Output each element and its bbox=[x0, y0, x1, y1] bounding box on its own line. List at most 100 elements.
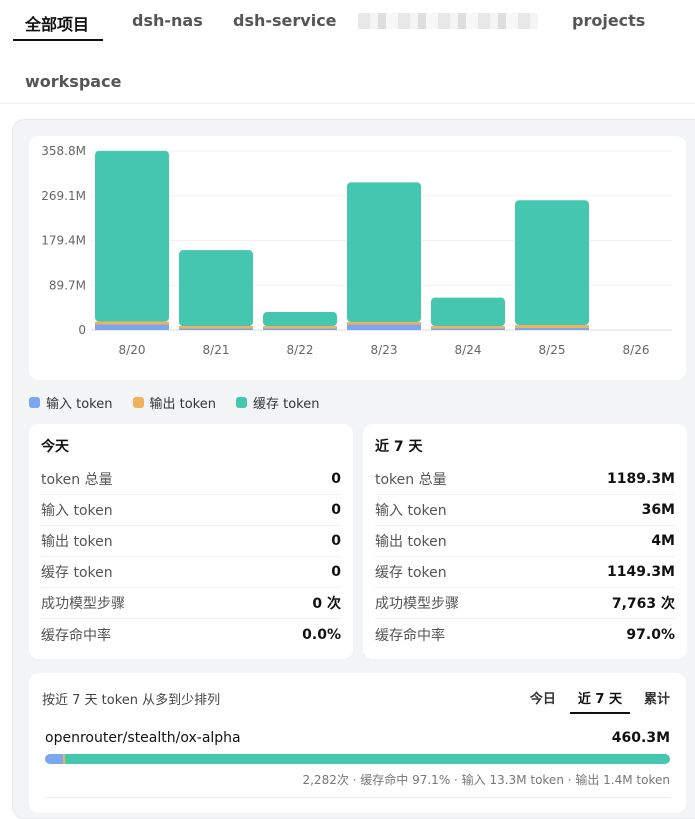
active-tab-underline bbox=[13, 39, 103, 41]
legend-item-input[interactable]: 输入 token bbox=[29, 393, 113, 412]
usage-bar-cache-segment bbox=[65, 754, 670, 764]
stat-value: 0 次 bbox=[312, 596, 341, 612]
stat-value: 1149.3M bbox=[607, 564, 675, 580]
week-title: 近 7 天 bbox=[375, 439, 423, 455]
stat-row: 输出 token 0 bbox=[41, 526, 341, 557]
bar-segment-output bbox=[431, 326, 505, 329]
stat-row: 缓存 token 0 bbox=[41, 557, 341, 588]
stat-label: token 总量 bbox=[375, 472, 447, 488]
ranking-tab-7days[interactable]: 近 7 天 bbox=[569, 688, 631, 714]
today-title: 今天 bbox=[41, 439, 69, 455]
tab-dsh-nas[interactable]: dsh-nas bbox=[132, 11, 203, 30]
bar-segment-cache bbox=[263, 312, 337, 327]
stat-row: 缓存 token 1149.3M bbox=[375, 557, 675, 588]
stat-label: 输出 token bbox=[41, 534, 113, 550]
y-tick-label: 0 bbox=[78, 323, 86, 337]
week-stats-card: 近 7 天 token 总量 1189.3M 输入 token 36M 输出 tok… bbox=[363, 424, 687, 659]
stat-value: 36M bbox=[641, 502, 675, 518]
stat-value: 1189.3M bbox=[607, 471, 675, 487]
x-tick-label: 8/22 bbox=[287, 343, 314, 357]
stat-label: 缓存命中率 bbox=[375, 627, 445, 644]
token-chart-card: 0 89.7M 179.4M 269.1M 358.8M 8/20 8/21 8/22 8/23… bbox=[29, 136, 686, 380]
stat-value: 0 bbox=[331, 533, 341, 549]
stat-label: 输入 token bbox=[41, 503, 113, 519]
usage-bar-input-segment bbox=[45, 754, 64, 764]
stat-value: 0.0% bbox=[302, 626, 341, 643]
y-tick-label: 179.4M bbox=[41, 234, 86, 248]
y-tick-label: 358.8M bbox=[41, 144, 86, 158]
tab-dsh-service[interactable]: dsh-service bbox=[233, 11, 337, 30]
ranking-model-total: 460.3M bbox=[611, 730, 670, 746]
ranking-model-detail: 2,282次 · 缓存命中 97.1% · 输入 13.3M token · 输… bbox=[302, 773, 670, 787]
stat-row: token 总量 0 bbox=[41, 464, 341, 495]
legend-swatch-input bbox=[29, 396, 40, 408]
stat-row: 输出 token 4M bbox=[375, 526, 675, 557]
bar-segment-output bbox=[95, 321, 169, 325]
bar-segment-input bbox=[95, 324, 169, 330]
x-tick-label: 8/21 bbox=[203, 343, 230, 357]
stat-label: token 总量 bbox=[41, 472, 113, 488]
stat-row: 成功模型步骤 0 次 bbox=[41, 588, 341, 619]
stat-label: 输出 token bbox=[375, 534, 447, 550]
divider bbox=[45, 797, 670, 798]
bar-segment-input bbox=[431, 328, 505, 330]
stat-label: 缓存命中率 bbox=[41, 627, 111, 644]
stat-label: 成功模型步骤 bbox=[41, 596, 125, 612]
y-tick-label: 269.1M bbox=[41, 189, 86, 203]
stat-row: token 总量 1189.3M bbox=[375, 464, 675, 495]
chart-legend: 输入 token 输出 token 缓存 token bbox=[29, 393, 340, 412]
stat-row: 输入 token 0 bbox=[41, 495, 341, 526]
stat-value: 0 bbox=[331, 471, 341, 487]
legend-item-cache[interactable]: 缓存 token bbox=[236, 393, 320, 412]
bar-segment-input bbox=[179, 328, 253, 330]
legend-swatch-output bbox=[132, 396, 144, 408]
legend-item-output[interactable]: 输出 token bbox=[132, 393, 217, 412]
stat-label: 输入 token bbox=[375, 503, 447, 519]
stat-label: 缓存 token bbox=[41, 565, 113, 581]
bar-segment-input bbox=[515, 328, 589, 330]
tab-projects[interactable]: projects bbox=[572, 11, 645, 30]
stat-value: 0 bbox=[331, 564, 341, 580]
ranking-header: 按近 7 天 token 从多到少排列 bbox=[42, 693, 221, 708]
legend-label-input: 输入 token bbox=[46, 396, 113, 412]
bar-segment-output bbox=[263, 326, 337, 329]
stat-row: 成功模型步骤 7,763 次 bbox=[375, 588, 675, 619]
stat-row: 缓存命中率 97.0% bbox=[375, 619, 675, 650]
ranking-usage-bar bbox=[45, 754, 670, 764]
tab-redacted[interactable] bbox=[358, 13, 538, 29]
x-tick-label: 8/23 bbox=[371, 343, 398, 357]
bar-segment-cache bbox=[347, 182, 421, 323]
bar-segment-input bbox=[263, 328, 337, 330]
ranking-tab-total[interactable]: 累计 bbox=[644, 688, 670, 707]
stat-value: 4M bbox=[651, 533, 675, 549]
today-stats-card: 今天 token 总量 0 输入 token 0 输出 token 0 缓存 toke… bbox=[29, 424, 353, 659]
bar-segment-output bbox=[515, 325, 589, 329]
stat-value: 97.0% bbox=[626, 626, 675, 643]
stat-label: 成功模型步骤 bbox=[375, 596, 459, 612]
project-tabs: 全部项目 dsh-nas dsh-service projects worksp… bbox=[0, 0, 695, 104]
bar-segment-input bbox=[347, 324, 421, 330]
ranking-model-name: openrouter/stealth/ox-alpha bbox=[45, 730, 241, 746]
x-tick-label: 8/24 bbox=[455, 343, 482, 357]
y-tick-label: 89.7M bbox=[49, 278, 86, 292]
stat-label: 缓存 token bbox=[375, 565, 447, 581]
stat-value: 0 bbox=[331, 502, 341, 518]
x-tick-label: 8/25 bbox=[539, 343, 566, 357]
x-tick-label: 8/20 bbox=[119, 343, 146, 357]
legend-label-cache: 缓存 token bbox=[253, 396, 320, 412]
bar-segment-cache bbox=[431, 297, 505, 327]
bar-segment-cache bbox=[515, 200, 589, 326]
tab-workspace[interactable]: workspace bbox=[25, 72, 121, 91]
legend-label-output: 输出 token bbox=[149, 396, 217, 412]
bar-segment-cache bbox=[179, 250, 253, 327]
bar-segment-output bbox=[179, 326, 253, 329]
model-ranking-card: 按近 7 天 token 从多到少排列 今日 近 7 天 累计 openrout… bbox=[29, 673, 686, 813]
bar-segment-cache bbox=[95, 150, 169, 322]
tab-all-projects[interactable]: 全部项目 bbox=[25, 11, 89, 35]
ranking-tab-today[interactable]: 今日 bbox=[530, 688, 556, 707]
legend-swatch-cache bbox=[236, 396, 247, 408]
stat-value: 7,763 次 bbox=[611, 596, 675, 612]
x-tick-label: 8/26 bbox=[623, 343, 650, 357]
stat-row: 输入 token 36M bbox=[375, 495, 675, 526]
ranking-period-tabs: 今日 近 7 天 累计 bbox=[508, 688, 670, 714]
